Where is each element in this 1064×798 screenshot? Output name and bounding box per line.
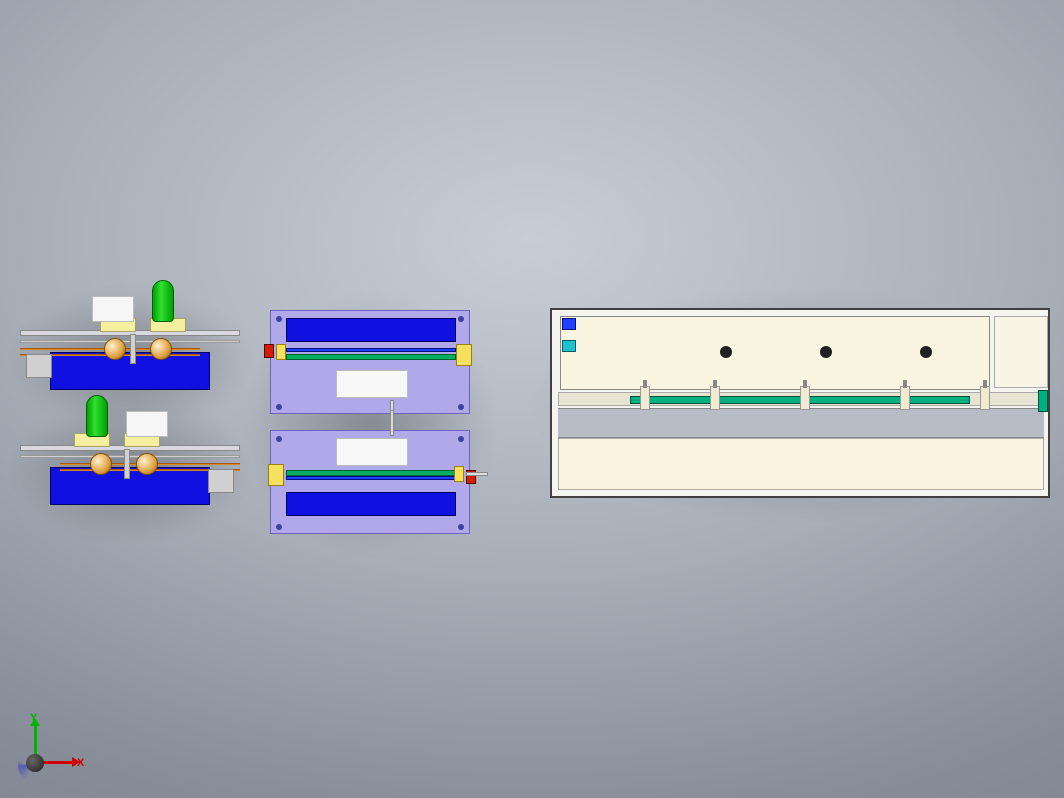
mount-block	[92, 296, 134, 322]
y-axis-label: Y	[30, 712, 37, 724]
x-axis-label: X	[77, 757, 84, 769]
cad-viewport[interactable]: X Y	[0, 0, 1064, 798]
cover-plate	[336, 438, 408, 466]
table-surface	[558, 408, 1044, 438]
workpiece-beam	[286, 354, 456, 360]
bolt-hole-icon	[276, 436, 282, 442]
support-bracket	[640, 386, 650, 410]
bracket-pin-icon	[643, 380, 647, 388]
axis-origin-icon	[26, 754, 44, 772]
large-panel-assembly	[550, 308, 1050, 498]
bracket-pin-icon	[903, 380, 907, 388]
view-axis-triad[interactable]: X Y	[12, 716, 82, 786]
guide-rail-secondary	[20, 455, 240, 458]
workpiece-beam	[286, 470, 456, 476]
sensor-block	[264, 344, 274, 358]
bracket-pin-icon	[713, 380, 717, 388]
clamp-bar	[286, 318, 456, 342]
linear-rail	[286, 476, 456, 480]
support-bracket	[900, 386, 910, 410]
bolt-hole-icon	[458, 316, 464, 322]
support-bracket	[980, 386, 990, 410]
small-assembly-lower	[20, 405, 240, 505]
roller-hub	[104, 338, 126, 360]
roller-hub	[90, 453, 112, 475]
bolt-hole-icon	[458, 436, 464, 442]
pneumatic-cylinder	[152, 280, 174, 322]
end-clamp	[268, 464, 284, 486]
bolt-hole-icon	[458, 404, 464, 410]
linear-rail	[286, 348, 456, 352]
mount-hole-icon	[720, 346, 732, 358]
end-stop	[1038, 390, 1048, 412]
bolt-hole-icon	[276, 404, 282, 410]
x-axis-icon	[42, 761, 74, 764]
bolt-hole-icon	[458, 524, 464, 530]
roller-hub	[136, 453, 158, 475]
cover-plate	[336, 370, 408, 398]
lower-cover	[558, 438, 1044, 490]
support-bracket	[710, 386, 720, 410]
bracket-pin-icon	[983, 380, 987, 388]
support-bracket	[800, 386, 810, 410]
stepper-motor	[208, 469, 234, 493]
bolt-hole-icon	[276, 316, 282, 322]
mid-assembly-upper	[260, 300, 480, 420]
pillar	[130, 334, 136, 364]
mount-block	[126, 411, 168, 437]
pneumatic-cylinder	[86, 395, 108, 437]
base-plate	[50, 467, 210, 505]
indicator-block-blue	[562, 318, 576, 330]
mount-hole-icon	[920, 346, 932, 358]
actuator-rod	[466, 472, 488, 476]
actuator-rod	[390, 410, 394, 436]
bolt-hole-icon	[276, 524, 282, 530]
indicator-block-cyan	[562, 340, 576, 352]
mount-hole-icon	[820, 346, 832, 358]
pillar	[124, 449, 130, 479]
clamp-bar	[286, 492, 456, 516]
small-assembly-upper	[20, 290, 240, 390]
y-axis-icon	[34, 724, 37, 756]
mid-assembly-lower	[260, 420, 480, 540]
end-clamp	[456, 344, 472, 366]
roller-hub	[150, 338, 172, 360]
end-clamp	[454, 466, 464, 482]
end-clamp	[276, 344, 286, 360]
side-cover	[994, 316, 1048, 388]
bracket-pin-icon	[803, 380, 807, 388]
stepper-motor	[26, 354, 52, 378]
